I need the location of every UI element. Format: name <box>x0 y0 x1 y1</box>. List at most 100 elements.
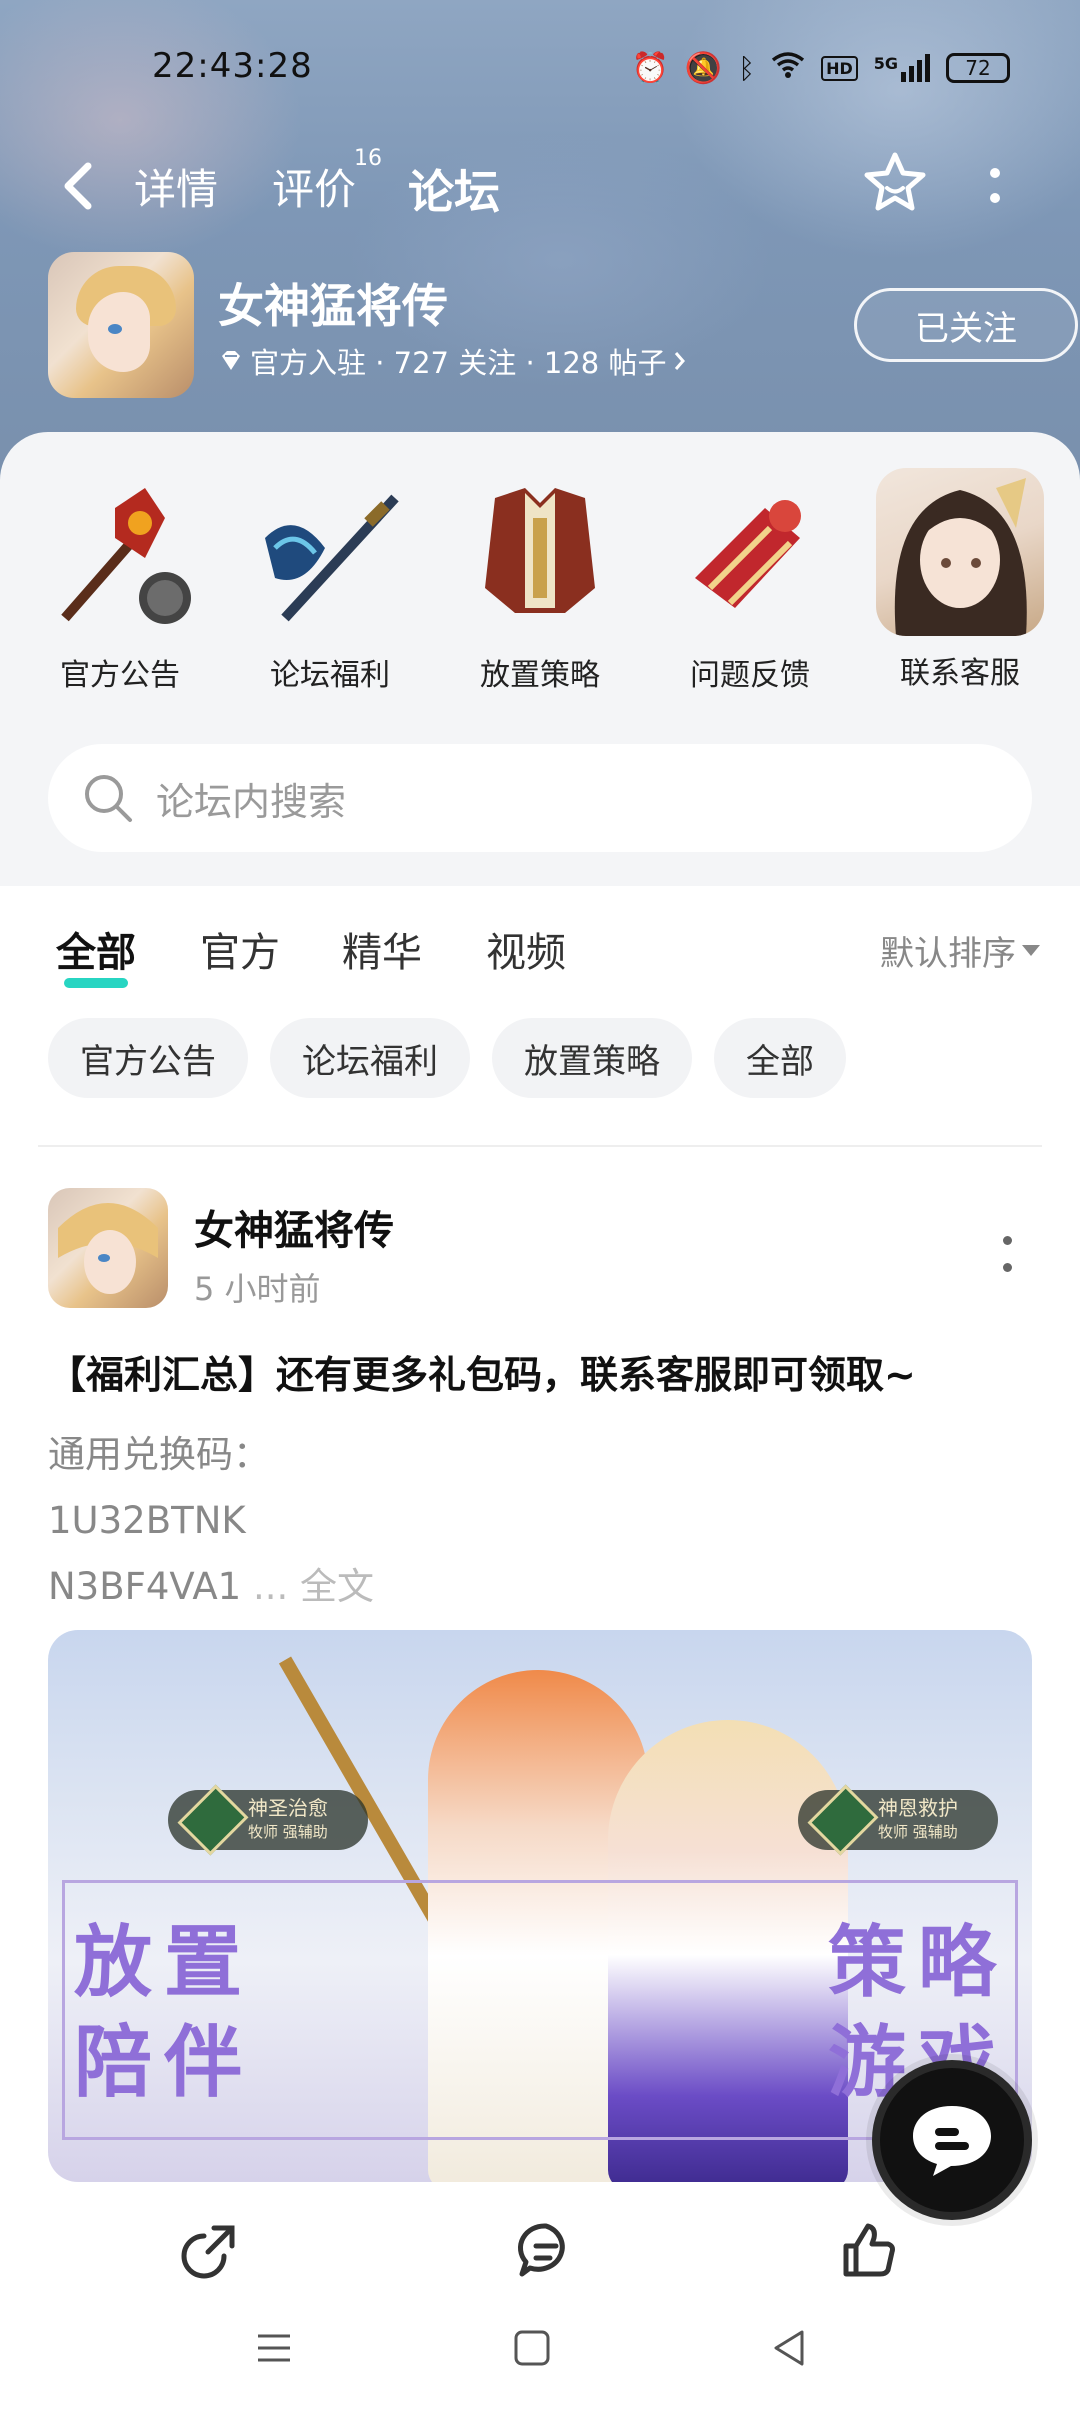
post-body-line: 通用兑换码： <box>48 1433 270 1476</box>
category-feedback[interactable]: 问题反馈 <box>655 468 845 708</box>
filter-tab-all-label: 全部 <box>56 930 136 976</box>
tab-forum[interactable]: 论坛 <box>408 156 500 224</box>
follow-button[interactable]: 已关注 <box>854 288 1078 362</box>
read-more-link[interactable]: ... 全文 <box>241 1565 374 1608</box>
network-type: 5G <box>873 54 898 73</box>
sort-label: 默认排序 <box>880 934 1016 974</box>
badge-subtitle: 牧师 强辅助 <box>878 1823 958 1841</box>
badge-subtitle: 牧师 强辅助 <box>248 1823 328 1841</box>
post-author-name: 女神猛将传 <box>194 1208 394 1254</box>
game-info: 女神猛将传 官方入驻 · 727 关注 · 128 帖子 已关注 <box>48 252 1078 398</box>
like-thumb-icon[interactable] <box>838 2220 898 2280</box>
armor-icon <box>455 468 625 638</box>
post-body-line-last: N3BF4VA1 ... 全文 <box>48 1554 374 1620</box>
tab-reviews-label: 评价 <box>272 165 357 214</box>
comment-icon[interactable] <box>516 2220 576 2280</box>
menu-icon[interactable] <box>250 2324 298 2372</box>
filter-tabs: 全部 官方 精华 视频 默认排序 <box>0 900 1080 1000</box>
back-triangle-icon[interactable] <box>766 2324 814 2372</box>
slogan-char: 伴 <box>164 2017 243 2108</box>
badge-title: 神恩救护 <box>878 1796 958 1820</box>
back-arrow-icon <box>64 162 92 210</box>
bluetooth-icon: ᛒ <box>738 51 756 85</box>
filter-tab-featured[interactable]: 精华 <box>342 920 422 978</box>
post-author-avatar[interactable] <box>48 1188 168 1308</box>
chevron-right-icon <box>675 352 686 370</box>
diamond-icon <box>222 351 240 370</box>
slogan-char: 略 <box>918 1917 997 2008</box>
gauntlet-icon <box>665 468 835 638</box>
battery-indicator: 72 <box>946 53 1010 83</box>
divider <box>38 1145 1042 1147</box>
tab-details[interactable]: 详情 <box>134 156 218 217</box>
post-body: 通用兑换码： 1U32BTNK N3BF4VA1 ... 全文 <box>48 1422 374 1620</box>
wifi-icon <box>771 50 805 86</box>
status-time: 22:43:28 <box>152 46 313 86</box>
game-stats: 官方入驻 · 727 关注 · 128 帖子 <box>250 346 667 380</box>
home-square-icon[interactable] <box>508 2324 556 2372</box>
category-customer-service[interactable]: 联系客服 <box>865 468 1055 708</box>
badge-title: 神圣治愈 <box>248 1796 328 1820</box>
category-label: 放置策略 <box>480 658 600 693</box>
status-icons: ⏰ 🔕 ᛒ HD 5G 72 <box>632 50 1010 86</box>
category-label: 问题反馈 <box>690 658 810 693</box>
favorite-button[interactable] <box>862 150 928 216</box>
reviews-count-badge: 16 <box>354 146 383 171</box>
forum-search-input[interactable]: 论坛内搜索 <box>48 744 1032 852</box>
active-filter-underline <box>64 978 128 988</box>
game-meta[interactable]: 官方入驻 · 727 关注 · 128 帖子 <box>218 340 688 382</box>
category-forum-benefits[interactable]: 论坛福利 <box>235 468 425 708</box>
share-icon[interactable] <box>180 2220 240 2280</box>
top-nav: 详情 评价 16 论坛 <box>0 140 1080 230</box>
category-label: 官方公告 <box>60 658 180 693</box>
skill-badge-right: 神恩救护 牧师 强辅助 <box>798 1784 998 1856</box>
category-label: 论坛福利 <box>270 658 390 693</box>
chat-bubble-icon <box>913 2106 991 2176</box>
post-body-line: 1U32BTNK <box>48 1499 246 1542</box>
system-nav-bar <box>0 2300 1080 2412</box>
search-icon <box>85 775 132 822</box>
slogan-char: 放 <box>74 1917 153 2008</box>
chip-idle-strategy[interactable]: 放置策略 <box>492 1018 692 1098</box>
star-smile-icon <box>864 152 926 211</box>
category-label: 联系客服 <box>900 656 1020 691</box>
forum-panel: 官方公告 论坛福利 放置策略 问题反馈 联系客服 论坛内搜索 <box>0 432 1080 886</box>
sort-dropdown[interactable]: 默认排序 <box>880 926 1040 975</box>
search-placeholder: 论坛内搜索 <box>156 779 347 824</box>
category-idle-strategy[interactable]: 放置策略 <box>445 468 635 708</box>
game-icon[interactable] <box>48 252 194 398</box>
filter-tab-video[interactable]: 视频 <box>486 920 566 978</box>
post-more-button[interactable] <box>1000 1236 1014 1272</box>
gem-icon <box>177 1784 249 1856</box>
tab-forum-label: 论坛 <box>408 165 500 219</box>
mute-bell-icon: 🔕 <box>684 50 723 86</box>
caret-down-icon <box>1022 945 1040 956</box>
mace-icon <box>35 468 205 638</box>
chat-fab-button[interactable] <box>872 2060 1032 2220</box>
chip-forum-benefits[interactable]: 论坛福利 <box>270 1018 470 1098</box>
gem-icon <box>807 1784 879 1856</box>
status-bar: 22:43:28 ⏰ 🔕 ᛒ HD 5G 72 <box>0 40 1080 100</box>
axe-icon <box>245 468 415 638</box>
slogan-char: 置 <box>164 1917 243 2008</box>
skill-badge-left: 神圣治愈 牧师 强辅助 <box>168 1784 368 1856</box>
filter-tab-official[interactable]: 官方 <box>200 920 280 978</box>
hd-badge: HD <box>821 55 858 81</box>
tab-reviews[interactable]: 评价 16 <box>272 146 382 217</box>
game-title: 女神猛将传 <box>218 279 448 333</box>
chip-all[interactable]: 全部 <box>714 1018 846 1098</box>
alarm-icon: ⏰ <box>631 50 669 86</box>
post-time: 5 小时前 <box>194 1270 321 1308</box>
slogan-char: 陪 <box>74 2017 153 2108</box>
more-options-button[interactable] <box>985 160 1005 210</box>
service-avatar <box>876 468 1044 636</box>
back-button[interactable] <box>58 156 98 216</box>
slogan-char: 策 <box>828 1917 907 2008</box>
filter-tab-all[interactable]: 全部 <box>56 920 136 988</box>
chip-official-notice[interactable]: 官方公告 <box>48 1018 248 1098</box>
category-row: 官方公告 论坛福利 放置策略 问题反馈 联系客服 <box>0 468 1080 708</box>
post-body-line: N3BF4VA1 <box>48 1565 242 1608</box>
signal-icon: 5G <box>874 54 930 82</box>
category-official-notice[interactable]: 官方公告 <box>25 468 215 708</box>
post-action-bar <box>0 2220 1080 2280</box>
